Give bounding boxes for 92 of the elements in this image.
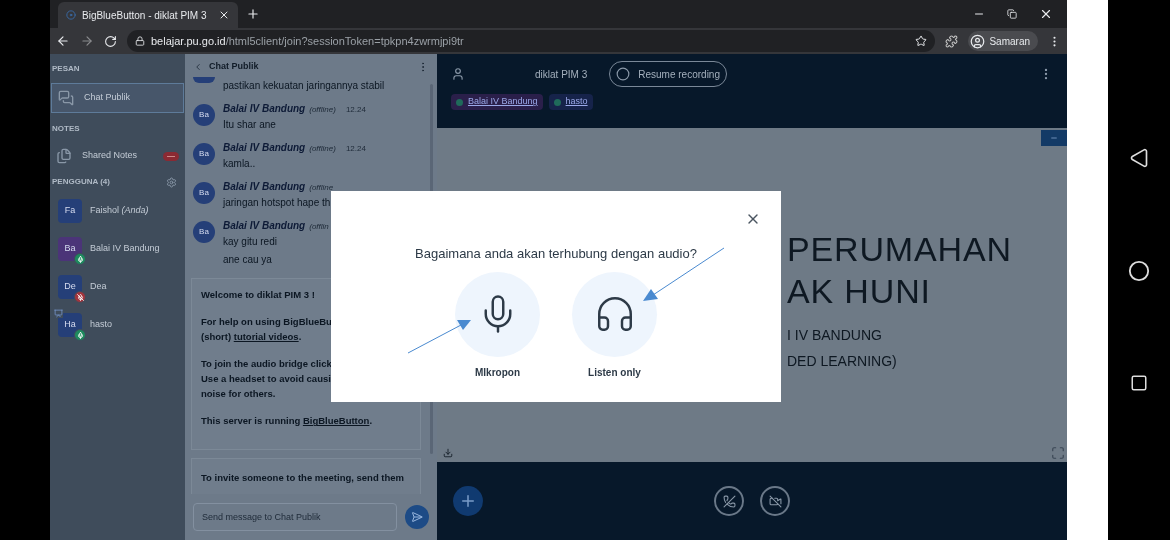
minus-icon xyxy=(1050,134,1058,142)
restore-icon[interactable] xyxy=(1007,9,1017,19)
shared-notes-item[interactable]: Shared Notes xyxy=(50,145,185,167)
close-icon[interactable] xyxy=(1039,7,1053,21)
message-text: jaringan hotspot hape th xyxy=(223,196,332,210)
modal-question: Bagaimana anda akan terhubung dengan audio? xyxy=(415,245,697,263)
extension-icon[interactable] xyxy=(945,34,959,48)
welcome-text: Use a headset to avoid causi xyxy=(201,373,331,385)
sender-status: (offline) xyxy=(309,143,336,155)
message-text: kamla.. xyxy=(223,157,257,171)
browser-tab[interactable]: BigBlueButton - diklat PIM 3 xyxy=(58,2,238,28)
site-icon xyxy=(66,10,76,20)
text-link[interactable]: tutorial videos xyxy=(233,331,299,343)
camera-off-icon xyxy=(768,494,782,508)
sender-status: (offline xyxy=(309,182,334,194)
profile-button[interactable]: Samaran xyxy=(968,31,1038,51)
annotation-arrow xyxy=(407,320,471,354)
welcome-text: (short) xyxy=(201,331,233,343)
message-time: 12.24 xyxy=(345,143,366,155)
user-avatar: Ba xyxy=(193,143,215,165)
user-avatar: Ba xyxy=(193,221,215,243)
incognito-icon xyxy=(970,33,986,49)
slide-subtitle: DED LEARNING) xyxy=(787,352,898,371)
user-avatar: Fa xyxy=(58,199,82,223)
welcome-text: For help on using BigBlueBu xyxy=(201,316,332,328)
user-name: Faishol (Anda) xyxy=(90,204,149,218)
new-tab-icon[interactable] xyxy=(246,7,260,21)
public-chat-item[interactable]: Chat Publik xyxy=(51,83,184,113)
message-input[interactable]: Send message to Chat Publik xyxy=(193,503,397,531)
send-icon xyxy=(411,511,423,523)
sender-name: Balai IV Bandung xyxy=(223,141,306,155)
back-nav-icon[interactable] xyxy=(1129,148,1149,168)
address-bar[interactable]: belajar.pu.go.id/html5client/join?sessionToken=tpkpn4zwrmjpi9tr xyxy=(127,30,936,52)
user-row[interactable]: De Dea xyxy=(50,268,185,306)
sender-name: Balai IV Bandung xyxy=(223,102,306,116)
actions-button[interactable] xyxy=(453,486,483,516)
invite-card: To invite someone to the meeting, send them xyxy=(191,458,421,494)
welcome-text: To join the audio bridge click xyxy=(201,358,332,370)
user-name: Balai IV Bandung xyxy=(90,242,160,256)
message-time: 12.24 xyxy=(345,104,366,116)
chat-icon xyxy=(58,90,74,106)
message-text: kay gitu redi xyxy=(223,235,278,249)
close-icon[interactable] xyxy=(218,9,230,21)
user-row[interactable]: Ha hasto xyxy=(50,306,185,344)
message-text: pastikan kekuatan jaringannya stabil xyxy=(223,79,385,93)
section-heading: PESAN xyxy=(51,63,81,75)
welcome-text: noise for others. xyxy=(201,388,276,400)
send-button[interactable] xyxy=(405,505,429,529)
plus-icon xyxy=(459,492,477,510)
welcome-text: . xyxy=(298,331,302,343)
lock-icon xyxy=(135,36,145,46)
record-icon xyxy=(616,67,631,81)
talking-indicator: hasto xyxy=(548,94,593,110)
meeting-title: diklat PIM 3 xyxy=(535,67,588,82)
forward-icon[interactable] xyxy=(80,34,94,48)
talking-indicator: Balai IV Bandung xyxy=(451,94,543,110)
message-text: Itu shar ane xyxy=(223,118,277,132)
section-heading: NOTES xyxy=(51,123,81,135)
slide-subtitle: I IV BANDUNG xyxy=(787,326,883,345)
slide-title: AK HUNI xyxy=(787,271,932,312)
welcome-text: This server is running xyxy=(201,415,302,427)
back-icon[interactable] xyxy=(56,34,70,48)
audio-button[interactable] xyxy=(714,486,744,516)
user-name: hasto xyxy=(90,318,113,332)
phone-off-icon xyxy=(722,494,736,508)
recents-nav-icon[interactable] xyxy=(1130,374,1148,392)
welcome-title: Welcome to diklat PIM 3 ! xyxy=(201,288,316,302)
user-avatar xyxy=(193,77,215,83)
user-row[interactable]: Ba Balai IV Bandung xyxy=(50,230,185,268)
notes-icon xyxy=(56,147,72,165)
message-text: ane cau ya xyxy=(223,253,273,267)
camera-button[interactable] xyxy=(760,486,790,516)
welcome-text: . xyxy=(369,415,373,427)
user-avatar: Ba xyxy=(193,104,215,126)
section-heading: PENGGUNA (4) xyxy=(52,176,110,188)
sender-name: Balai IV Bandung xyxy=(223,219,306,233)
home-nav-icon[interactable] xyxy=(1128,260,1150,282)
chat-title: Chat Publik xyxy=(209,60,260,74)
bookmark-star-icon[interactable] xyxy=(915,35,928,47)
sender-name: Balai IV Bandung xyxy=(223,180,306,194)
download-icon[interactable] xyxy=(443,448,453,458)
reload-icon[interactable] xyxy=(104,34,117,48)
user-name: Dea xyxy=(90,280,107,294)
user-row[interactable]: Fa Faishol (Anda) xyxy=(50,192,185,230)
slide-title: PERUMAHAN xyxy=(787,229,1013,270)
user-icon[interactable] xyxy=(451,67,465,81)
user-avatar: Ba xyxy=(193,182,215,204)
sender-status: (offline) xyxy=(309,104,336,116)
url-text: belajar.pu.go.id/html5client/join?sessionToken=tpkpn4zwrmjpi9tr xyxy=(151,33,465,49)
notification-badge xyxy=(163,151,179,161)
sender-status: (offlin xyxy=(309,221,329,233)
settings-icon[interactable] xyxy=(166,176,177,188)
